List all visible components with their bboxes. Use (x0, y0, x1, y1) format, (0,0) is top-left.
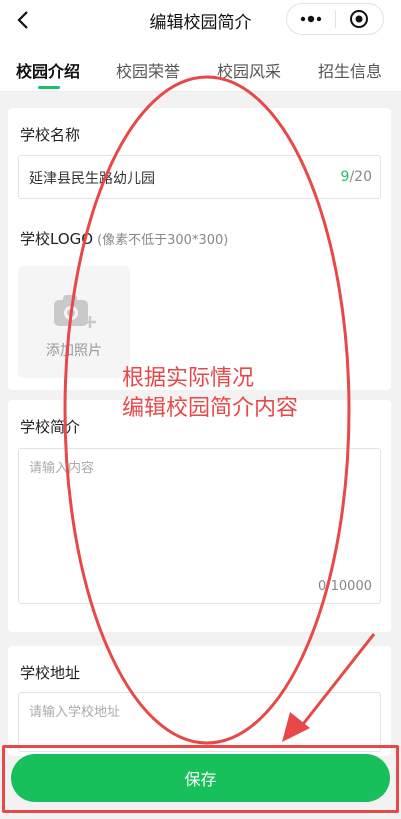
school-name-counter: 9/20 (341, 169, 372, 185)
target-circle-icon (350, 10, 369, 28)
save-button[interactable]: 保存 (11, 754, 390, 802)
char-max: /20 (349, 169, 372, 185)
more-dots-icon (300, 15, 321, 23)
school-name-label: 学校名称 (20, 126, 81, 144)
intro-placeholder: 请输入内容 (29, 461, 95, 476)
intro-counter: 0/10000 (317, 579, 372, 594)
close-mini-program-button[interactable] (336, 4, 384, 34)
address-placeholder: 请输入学校地址 (29, 705, 121, 720)
tab-enrollment-info[interactable]: 招生信息 (318, 58, 382, 82)
active-tab-indicator (38, 86, 60, 89)
logo-size-hint: (像素不低于300*300) (97, 233, 229, 248)
annotation-line-2: 编辑校园简介内容 (122, 396, 299, 421)
logo-label: 学校LOGO (像素不低于300*300) (20, 228, 228, 249)
address-input[interactable]: 请输入学校地址 (18, 692, 381, 752)
school-name-input[interactable]: 延津县民生路幼儿园 9/20 (18, 155, 381, 199)
navigation-bar: 编辑校园简介 (0, 0, 401, 42)
camera-add-icon (54, 295, 96, 328)
intro-label: 学校简介 (20, 418, 81, 436)
annotation-line-1: 根据实际情况 (122, 366, 255, 391)
basic-info-card: 学校名称 延津县民生路幼儿园 9/20 学校LOGO (像素不低于300*300)… (8, 108, 391, 390)
tab-campus-honors[interactable]: 校园荣誉 (116, 58, 180, 82)
annotation-text: 根据实际情况 编辑校园简介内容 (122, 364, 298, 424)
upload-label: 添加照片 (46, 343, 102, 359)
tab-campus-intro[interactable]: 校园介绍 (16, 58, 80, 82)
logo-upload-button[interactable]: 添加照片 (18, 266, 130, 378)
tab-campus-style[interactable]: 校园风采 (217, 58, 281, 82)
mini-program-capsule (286, 3, 384, 35)
save-highlight-box: 保存 (2, 745, 399, 813)
address-card: 学校地址 请输入学校地址 (8, 646, 391, 756)
school-name-value: 延津县民生路幼儿园 (29, 171, 155, 187)
logo-label-text: 学校LOGO (20, 230, 94, 248)
intro-textarea[interactable]: 请输入内容 0/10000 (18, 448, 381, 604)
tab-bar: 校园介绍 校园荣誉 校园风采 招生信息 (0, 42, 401, 92)
address-label: 学校地址 (20, 664, 81, 682)
intro-card: 学校简介 请输入内容 0/10000 (8, 400, 391, 632)
more-button[interactable] (287, 4, 335, 34)
